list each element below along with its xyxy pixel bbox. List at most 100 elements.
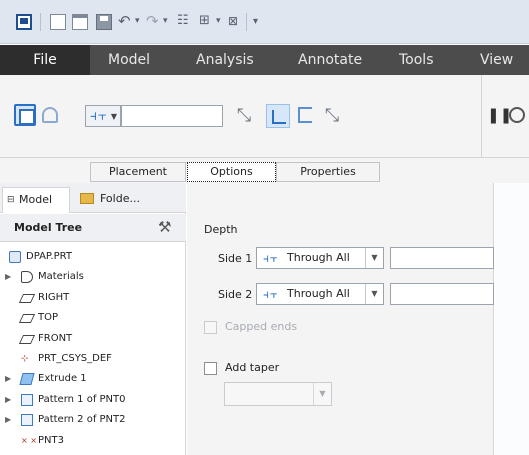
quick-access-toolbar: ↶ ▾ ↷ ▾ ☷ ⊞ ▾ ⊠ ▾ [0, 0, 529, 44]
app-icon[interactable] [16, 14, 32, 30]
through-all-icon: ⫞⫟ [263, 251, 279, 265]
redo-dropdown-icon[interactable]: ▾ [163, 16, 168, 26]
through-all-icon: ⫞⫟ [263, 287, 279, 301]
capped-ends-label: Capped ends [225, 320, 298, 333]
undo-icon[interactable]: ↶ [118, 11, 131, 31]
creo-window: ↶ ▾ ↷ ▾ ☷ ⊞ ▾ ⊠ ▾ File Model Analysis An… [0, 0, 529, 455]
chevron-down-icon: ▼ [313, 383, 331, 405]
tree-item-label: FRONT [38, 332, 73, 344]
add-taper-checkbox[interactable] [204, 362, 217, 375]
side1-label: Side 1 [218, 252, 253, 265]
tab-properties[interactable]: Properties [276, 162, 380, 182]
tree-item-label: Extrude 1 [38, 373, 87, 385]
side1-depth-select[interactable]: ⫞⫟ Through All ▼ [256, 247, 384, 269]
side2-depth-value: Through All [287, 287, 350, 300]
datum-plane-icon [18, 314, 36, 324]
tree-item[interactable]: ▶ Pattern 1 of PNT0 [0, 391, 186, 409]
tab-view[interactable]: View [480, 45, 513, 75]
depth-option-dropdown[interactable]: ⫞⫟ ▼ [85, 105, 121, 127]
tab-model[interactable]: Model [108, 45, 150, 75]
tree-item[interactable]: RIGHT [0, 289, 186, 307]
datum-point-icon: × × [21, 435, 37, 445]
tree-item[interactable]: TOP [0, 309, 186, 327]
model-tree-icon: ⊟ [7, 195, 15, 205]
folder-icon [80, 193, 94, 204]
pattern-icon [21, 393, 33, 406]
open-file-icon[interactable] [72, 14, 88, 30]
tree-item[interactable]: ▶ Extrude 1 [0, 370, 186, 388]
extrude-icon [19, 373, 35, 386]
windows-icon[interactable]: ⊞ [199, 11, 210, 31]
datum-plane-icon [18, 334, 36, 344]
tree-item-label: Pattern 1 of PNT0 [38, 393, 126, 405]
new-file-icon[interactable] [50, 14, 66, 30]
tree-item-label: TOP [38, 312, 59, 324]
tab-folder-browser[interactable]: Folde... [72, 187, 186, 213]
tree-item-label: Pattern 2 of PNT2 [38, 414, 126, 426]
tree-item[interactable]: ▶ Pattern 2 of PNT2 [0, 411, 186, 429]
tree-item[interactable]: ⊹ PRT_CSYS_DEF [0, 350, 186, 368]
options-panel: Depth Side 1 ⫞⫟ Through All ▼ Side 2 ⫞⫟ … [187, 183, 494, 455]
tree-settings-icon[interactable]: ⚒ [158, 218, 171, 236]
part-icon [9, 251, 21, 263]
ribbon-tabs: File Model Analysis Annotate Tools View [0, 45, 529, 75]
expand-arrow-icon[interactable]: ▶ [5, 391, 11, 409]
close-window-icon[interactable]: ⊠ [228, 11, 238, 31]
depth-value-input[interactable] [121, 105, 223, 127]
tree-item-label: DPAP.PRT [26, 251, 72, 262]
chevron-down-icon: ▼ [110, 112, 117, 121]
through-all-icon: ⫞⫟ [90, 108, 108, 124]
capped-ends-checkbox[interactable] [204, 321, 217, 334]
tab-options[interactable]: Options [187, 162, 276, 182]
pattern-icon [21, 414, 33, 427]
model-tree-panel: ⊟ Model Tree Folde... Model Tree ⚒ DPAP.… [0, 183, 186, 455]
toolbar-divider [40, 13, 41, 31]
save-icon[interactable] [96, 14, 112, 30]
remove-material-icon[interactable] [266, 104, 290, 128]
model-tree-title: Model Tree [14, 221, 83, 234]
tree-item[interactable]: × × PNT3 [0, 432, 186, 450]
tab-model-tree[interactable]: ⊟ Model Tree [2, 187, 70, 230]
tree-item-label: RIGHT [38, 291, 70, 303]
tab-file[interactable]: File [0, 45, 90, 75]
add-taper-label: Add taper [225, 361, 280, 374]
preview-icon[interactable] [509, 107, 525, 123]
ribbon-divider [481, 75, 482, 158]
expand-arrow-icon[interactable]: ▶ [5, 411, 11, 429]
tab-placement[interactable]: Placement [90, 162, 186, 182]
side1-depth-input[interactable] [390, 247, 494, 269]
flip-direction-icon[interactable]: ⤡ [230, 105, 258, 127]
expand-arrow-icon[interactable]: ▶ [5, 268, 11, 286]
tree-item[interactable]: FRONT [0, 330, 186, 348]
redo-icon[interactable]: ↷ [146, 11, 159, 31]
model-tree-header: Model Tree ⚒ [0, 214, 186, 242]
windows-dropdown-icon[interactable]: ▾ [216, 16, 221, 26]
materials-icon [21, 271, 33, 284]
tab-folder-label: Folde... [100, 192, 140, 205]
solid-icon[interactable] [14, 104, 36, 126]
taper-angle-select[interactable]: ▼ [224, 382, 332, 406]
navigator-tabs: ⊟ Model Tree Folde... [0, 183, 186, 230]
thicken-sketch-icon[interactable] [298, 107, 312, 123]
flip-material-side-icon[interactable]: ⤡ [318, 105, 346, 127]
regenerate-icon[interactable]: ☷ [177, 11, 189, 31]
side1-depth-value: Through All [287, 251, 350, 264]
datum-plane-icon [18, 293, 36, 303]
toolbar-divider [246, 13, 247, 31]
tab-analysis[interactable]: Analysis [196, 45, 254, 75]
surface-icon[interactable] [42, 107, 58, 123]
tree-item[interactable]: DPAP.PRT [0, 248, 186, 266]
side2-depth-select[interactable]: ⫞⫟ Through All ▼ [256, 283, 384, 305]
customize-toolbar-icon[interactable]: ▾ [253, 16, 258, 27]
extrude-dashboard: ⫞⫟ ▼ ⤡ ⤡ ❚❚ [0, 75, 529, 158]
expand-arrow-icon[interactable]: ▶ [5, 370, 11, 388]
tree-item[interactable]: ▶ Materials [0, 268, 186, 286]
tab-tools[interactable]: Tools [399, 45, 434, 75]
side2-depth-input[interactable] [390, 283, 494, 305]
depth-heading: Depth [204, 223, 238, 236]
dashboard-panel-tabs: Placement Options Properties [0, 158, 529, 183]
graphics-area[interactable] [495, 183, 529, 455]
tab-annotate[interactable]: Annotate [298, 45, 362, 75]
undo-dropdown-icon[interactable]: ▾ [135, 16, 140, 26]
tree-item-label: PNT3 [38, 434, 64, 446]
